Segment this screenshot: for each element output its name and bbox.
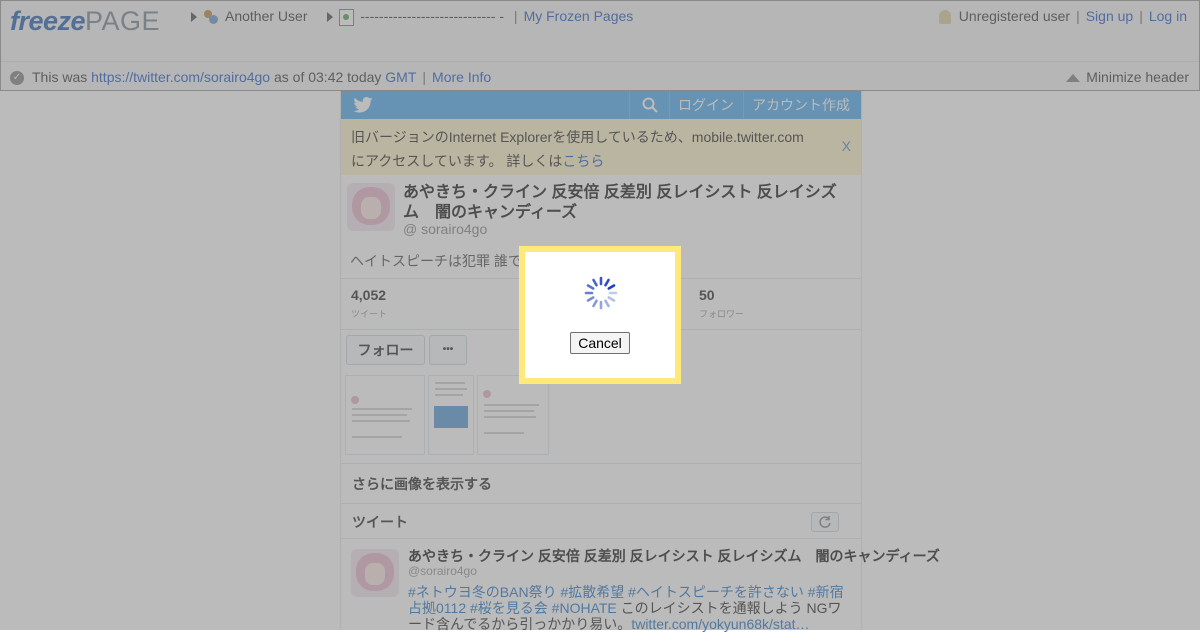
loading-spinner-icon [584, 276, 618, 310]
spinner-spoke [586, 296, 595, 302]
spinner-spoke [607, 284, 616, 290]
spinner-spoke [586, 284, 595, 290]
loading-dialog: Cancel [519, 246, 681, 384]
cancel-button[interactable]: Cancel [570, 332, 630, 354]
spinner-spoke [607, 296, 616, 302]
spinner-spoke [604, 278, 610, 287]
spinner-spoke [604, 299, 610, 308]
spinner-spoke [592, 299, 598, 308]
spinner-spoke [592, 278, 598, 287]
loading-dialog-body: Cancel [525, 252, 675, 378]
